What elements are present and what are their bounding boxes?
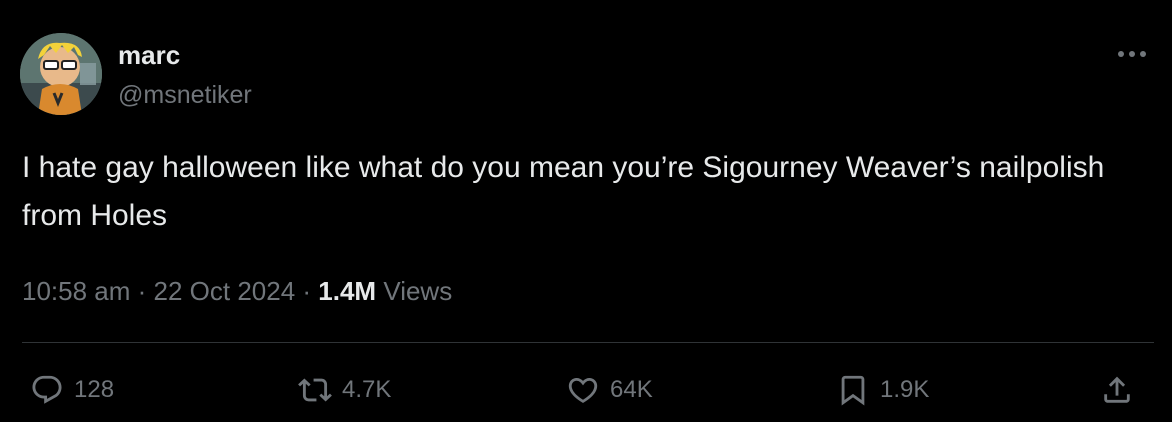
avatar-image [20, 33, 102, 115]
tweet-card: marc @msnetiker I hate gay halloween lik… [0, 0, 1172, 422]
user-handle[interactable]: @msnetiker [118, 80, 252, 110]
repost-arrows-icon [298, 378, 332, 402]
repost-count: 4.7K [342, 376, 392, 403]
repost-button[interactable]: 4.7K [298, 370, 391, 410]
meta-separator: · [295, 276, 319, 306]
avatar[interactable] [20, 33, 102, 115]
reply-bubble-icon [32, 375, 62, 404]
reply-count: 128 [74, 376, 115, 403]
bookmark-button[interactable]: 1.9K [836, 370, 929, 410]
views-count[interactable]: 1.4M [318, 276, 376, 306]
bookmark-icon [841, 375, 865, 406]
heart-icon [568, 377, 598, 403]
meta-separator: · [130, 276, 154, 306]
like-button[interactable]: 64K [566, 370, 653, 410]
like-count: 64K [610, 376, 653, 403]
tweet-time[interactable]: 10:58 am [22, 276, 130, 306]
more-horizontal-icon [1118, 51, 1146, 57]
reply-button[interactable]: 128 [30, 370, 114, 410]
tweet-date[interactable]: 22 Oct 2024 [154, 276, 296, 306]
tweet-meta: 10:58 am · 22 Oct 2024 · 1.4M Views [22, 274, 452, 308]
divider [22, 342, 1154, 343]
display-name[interactable]: marc [118, 40, 180, 70]
share-button[interactable] [1100, 370, 1134, 410]
share-upload-icon [1104, 376, 1130, 403]
more-options-button[interactable] [1112, 40, 1152, 68]
views-label: Views [376, 276, 453, 306]
tweet-text: I hate gay halloween like what do you me… [22, 151, 1113, 232]
bookmark-count: 1.9K [880, 376, 930, 403]
